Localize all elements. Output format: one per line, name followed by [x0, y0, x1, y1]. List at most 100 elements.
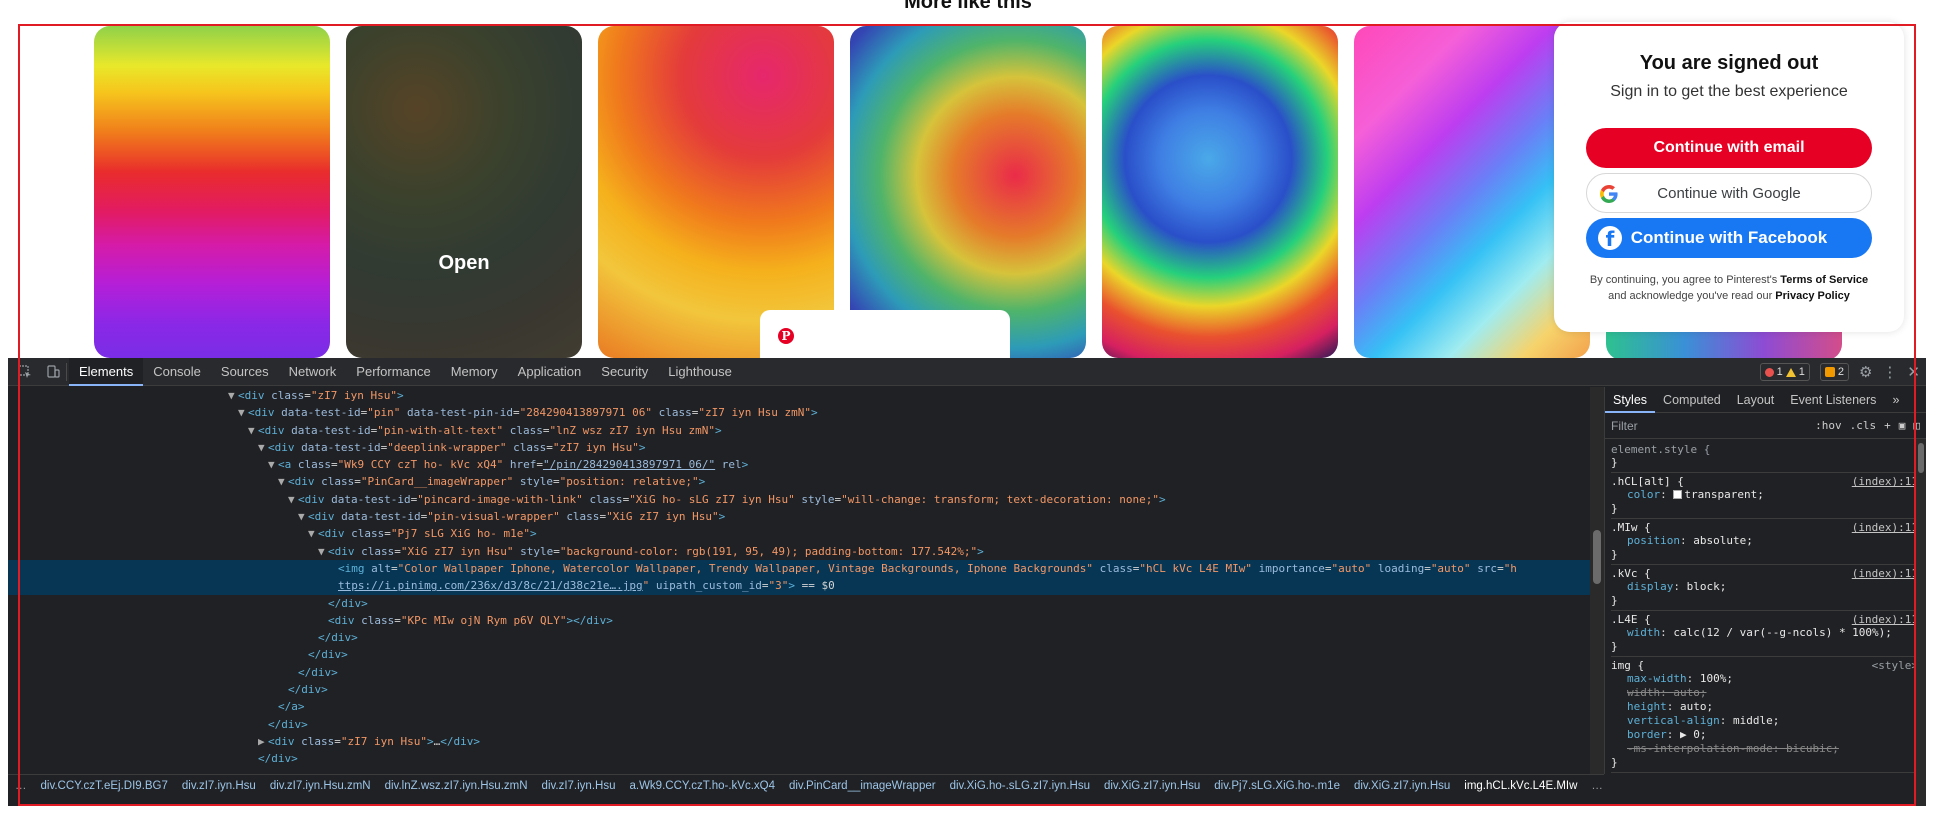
css-property[interactable]: color: transparent; [1611, 488, 1922, 502]
css-property[interactable]: vertical-align: middle; [1611, 714, 1922, 728]
css-selector[interactable]: element.style { [1611, 443, 1922, 456]
dom-node[interactable]: </div> [8, 681, 1590, 698]
expand-arrow-icon[interactable]: ▼ [258, 439, 268, 456]
dom-node[interactable]: ▼ <div data-test-id="pin-visual-wrapper" … [8, 508, 1590, 525]
breadcrumb-item[interactable]: div.XiG.zI7.iyn.Hsu [1347, 780, 1457, 792]
css-source-link[interactable]: (index):11 [1852, 475, 1918, 488]
tab-network[interactable]: Network [279, 358, 347, 386]
more-options-icon[interactable]: ⋮ [1882, 363, 1897, 381]
expand-arrow-icon[interactable]: ▼ [308, 525, 318, 542]
issues-badge[interactable]: 2 [1819, 363, 1849, 381]
settings-gear-icon[interactable]: ⚙ [1859, 363, 1872, 381]
tab-application[interactable]: Application [508, 358, 592, 386]
dom-node[interactable]: </div> [8, 750, 1590, 767]
dom-node[interactable]: </div> [8, 664, 1590, 681]
breadcrumb-overflow-icon[interactable]: … [1584, 780, 1604, 792]
sidebar-toggle-icon[interactable]: ◧ [1913, 419, 1920, 432]
pin-card[interactable] [94, 26, 330, 358]
dom-node[interactable]: ▼ <div class="XiG zI7 iyn Hsu" style="bac… [8, 543, 1590, 560]
dom-node[interactable]: ▼ <div class="PinCard__imageWrapper" styl… [8, 473, 1590, 490]
dom-node[interactable]: </div> [8, 629, 1590, 646]
dom-node[interactable]: ▼ <div data-test-id="pin" data-test-pin-i… [8, 404, 1590, 421]
css-property[interactable]: -ms-interpolation-mode: bicubic; [1611, 742, 1922, 756]
continue-with-google-button[interactable]: Continue with Google [1586, 173, 1872, 213]
pin-card-hovered[interactable]: Open [346, 26, 582, 358]
tab-security[interactable]: Security [591, 358, 658, 386]
expand-arrow-icon[interactable]: ▼ [298, 508, 308, 525]
tab-performance[interactable]: Performance [346, 358, 440, 386]
styles-tab-styles[interactable]: Styles [1605, 387, 1656, 413]
scrollbar-thumb[interactable] [1593, 530, 1601, 584]
tab-memory[interactable]: Memory [441, 358, 508, 386]
breadcrumb-item[interactable]: a.Wk9.CCY.czT.ho-.kVc.xQ4 [622, 780, 782, 792]
cls-toggle[interactable]: .cls [1850, 419, 1877, 432]
close-devtools-icon[interactable]: ✕ [1907, 363, 1920, 381]
dom-node[interactable]: <div class="KPc MIw ojN Rym p6V QLY"></d… [8, 612, 1590, 629]
styles-tab-layout[interactable]: Layout [1729, 387, 1783, 413]
elements-dom-tree[interactable]: ▼ <div class="zI7 iyn Hsu"> ▼ <div data-tes… [8, 387, 1590, 774]
dom-node[interactable]: </div> [8, 646, 1590, 663]
open-label[interactable]: Open [346, 252, 582, 275]
css-property[interactable]: width: auto; [1611, 686, 1922, 700]
expand-arrow-icon[interactable]: ▶ [258, 733, 268, 750]
css-source-link[interactable]: (index):11 [1852, 521, 1918, 534]
styles-filter-input[interactable] [1611, 418, 1808, 433]
css-source-link[interactable]: (index):11 [1852, 567, 1918, 580]
expand-arrow-icon[interactable]: ▼ [248, 422, 258, 439]
css-source-link[interactable]: (index):11 [1852, 613, 1918, 626]
css-property[interactable]: width: calc(12 / var(--g-ncols) * 100%); [1611, 626, 1922, 640]
expand-arrow-icon[interactable]: ▼ [278, 473, 288, 490]
pin-card[interactable] [598, 26, 834, 358]
paint-icon[interactable]: ▣ [1899, 419, 1906, 432]
breadcrumb-item[interactable]: div.zI7.iyn.Hsu.zmN [263, 780, 378, 792]
expand-arrow-icon[interactable]: ▼ [288, 491, 298, 508]
dom-node[interactable]: ▶ <div class="zI7 iyn Hsu">…</div> [8, 733, 1590, 750]
breadcrumb-item[interactable]: div.zI7.iyn.Hsu [175, 780, 263, 792]
dom-node[interactable]: ▼ <a class="Wk9 CCY czT ho- kVc xQ4" href… [8, 456, 1590, 473]
tab-elements[interactable]: Elements [69, 357, 144, 386]
css-property[interactable]: display: block; [1611, 580, 1922, 594]
expand-arrow-icon[interactable]: ▼ [228, 387, 238, 404]
breadcrumb-item[interactable]: div.zI7.iyn.Hsu [535, 780, 623, 792]
css-property[interactable]: max-width: 100%; [1611, 672, 1922, 686]
dom-node[interactable]: ▼ <div data-test-id="deeplink-wrapper" cl… [8, 439, 1590, 456]
dom-node-selected[interactable]: ttps://i.pinimg.com/236x/d3/8c/21/d38c21… [8, 577, 1590, 595]
css-source-link[interactable]: <style> [1872, 659, 1918, 672]
error-warning-badge[interactable]: 1 1 [1759, 363, 1810, 381]
more-tabs-icon[interactable]: » [1884, 387, 1907, 413]
styles-tab-computed[interactable]: Computed [1655, 387, 1729, 413]
hov-toggle[interactable]: :hov [1815, 419, 1842, 432]
breadcrumb-item[interactable]: div.PinCard__imageWrapper [782, 780, 943, 792]
pin-card[interactable] [850, 26, 1086, 358]
new-rule-icon[interactable]: + [1884, 419, 1891, 432]
color-swatch-icon[interactable] [1673, 490, 1683, 499]
privacy-policy-link[interactable]: Privacy Policy [1775, 290, 1850, 302]
css-property[interactable]: position: absolute; [1611, 534, 1922, 548]
dom-node[interactable]: </a> [8, 698, 1590, 715]
inspect-element-icon[interactable] [14, 361, 36, 383]
tab-console[interactable]: Console [143, 358, 211, 386]
dom-node[interactable]: </div> [8, 595, 1590, 612]
pin-card[interactable] [1102, 26, 1338, 358]
styles-tab-event-listeners[interactable]: Event Listeners [1782, 387, 1884, 413]
device-toolbar-icon[interactable] [42, 361, 64, 383]
css-property[interactable]: height: auto; [1611, 700, 1922, 714]
continue-with-facebook-button[interactable]: f Continue with Facebook [1586, 218, 1872, 258]
expand-arrow-icon[interactable]: ▼ [268, 456, 278, 473]
breadcrumb-overflow-icon[interactable]: … [8, 780, 34, 792]
dom-node[interactable]: </div> [8, 716, 1590, 733]
dom-node[interactable]: ▼ <div data-test-id="pin-with-alt-text" c… [8, 422, 1590, 439]
dom-node[interactable]: ▼ <div data-test-id="pincard-image-with-l… [8, 491, 1590, 508]
styles-scrollbar[interactable] [1916, 439, 1926, 806]
breadcrumb-item[interactable]: img.hCL.kVc.L4E.MIw [1457, 780, 1584, 792]
expand-arrow-icon[interactable]: ▼ [238, 404, 248, 421]
css-property[interactable]: border: ▶ 0; [1611, 728, 1922, 742]
breadcrumb-item[interactable]: div.XiG.zI7.iyn.Hsu [1097, 780, 1207, 792]
continue-with-email-button[interactable]: Continue with email [1586, 128, 1872, 168]
breadcrumb-item[interactable]: div.lnZ.wsz.zI7.iyn.Hsu.zmN [378, 780, 535, 792]
scrollbar-thumb[interactable] [1918, 443, 1924, 473]
tab-sources[interactable]: Sources [211, 358, 279, 386]
breadcrumb-item[interactable]: div.CCY.czT.eEj.DI9.BG7 [34, 780, 175, 792]
dom-node[interactable]: ▼ <div class="zI7 iyn Hsu"> [8, 387, 1590, 404]
dom-node[interactable]: ▼ <div class="Pj7 sLG XiG ho- m1e"> [8, 525, 1590, 542]
